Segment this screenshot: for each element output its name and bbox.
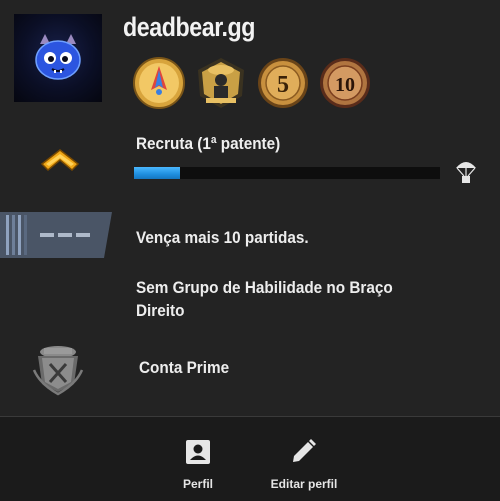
- 10-year-veteran-coin-icon[interactable]: 10: [318, 56, 372, 110]
- prime-emblem-icon: [30, 340, 86, 401]
- counter-strike-badge-icon[interactable]: [194, 56, 248, 110]
- edit-profile-button[interactable]: Editar perfil: [262, 417, 346, 501]
- avatar[interactable]: [14, 14, 102, 102]
- username: deadbear.gg: [123, 12, 256, 42]
- rank-title: Recruta (1ª patente): [136, 134, 281, 153]
- wins-needed-text: Vença mais 10 partidas.: [136, 228, 309, 247]
- prime-status-text: Conta Prime: [139, 358, 230, 377]
- skill-group-text: Sem Grupo de Habilidade no Braço Direito: [136, 278, 393, 320]
- chevron-rank-icon: [40, 148, 80, 177]
- 5-year-veteran-coin-icon[interactable]: 5: [256, 56, 310, 110]
- profile-panel: deadbear.gg 5 10 Recruta (1ª patente) Ve…: [0, 0, 500, 416]
- svg-text:5: 5: [277, 72, 289, 98]
- blue-creature-icon: [35, 34, 81, 80]
- svg-text:10: 10: [335, 74, 355, 96]
- profile-button-label: Perfil: [182, 477, 213, 491]
- operation-hydra-coin-icon[interactable]: [132, 56, 186, 110]
- edit-profile-button-label: Editar perfil: [270, 477, 338, 491]
- pencil-icon: [290, 439, 316, 470]
- rank-progress-bar: [134, 167, 440, 179]
- profile-button[interactable]: Perfil: [170, 417, 226, 501]
- person-card-icon: [185, 439, 211, 470]
- bottom-nav-bar: Perfil Editar perfil: [0, 416, 500, 501]
- skill-group-placeholder-icon: [0, 212, 112, 263]
- parachute-drop-icon[interactable]: [454, 158, 478, 189]
- rank-progress-fill: [134, 167, 180, 179]
